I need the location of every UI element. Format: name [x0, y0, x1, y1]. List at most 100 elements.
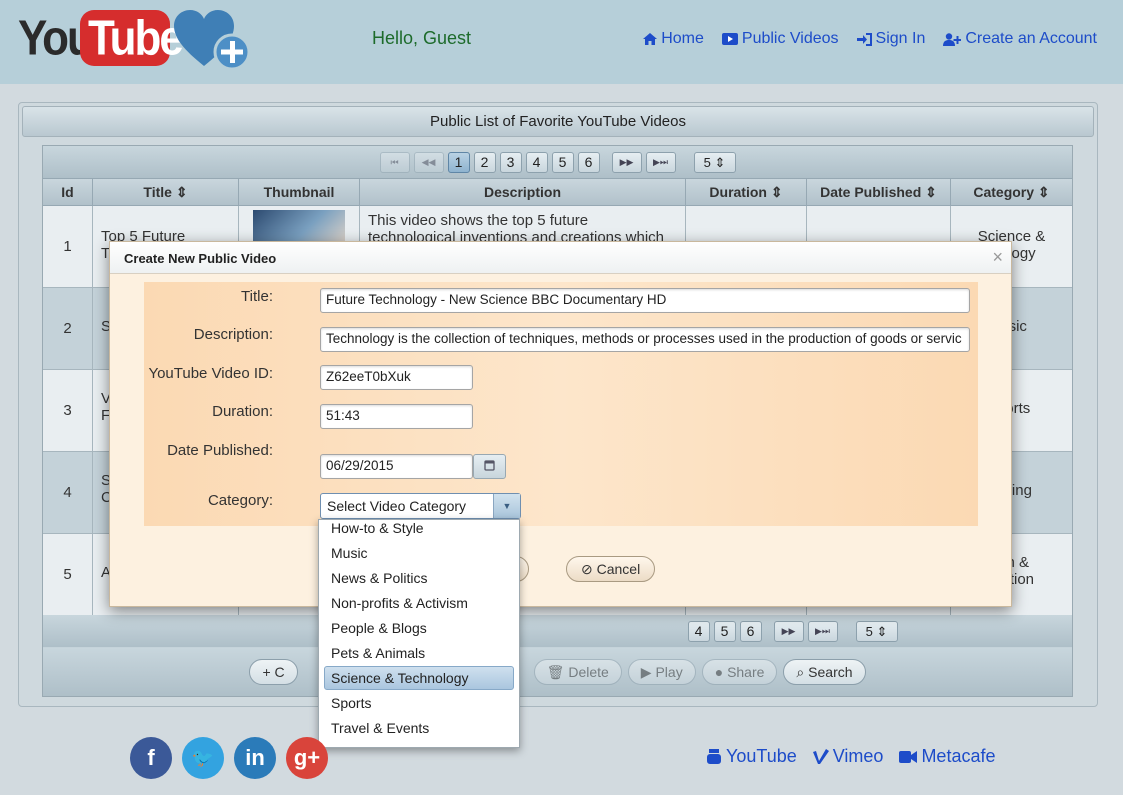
- sort-icon: ⇕: [925, 184, 937, 200]
- prev-page-button[interactable]: ◀◀: [413, 151, 444, 173]
- column-duration[interactable]: Duration ⇕: [686, 179, 807, 205]
- search-button[interactable]: ⌕ Search: [783, 659, 866, 685]
- rows-per-page-select[interactable]: 5 ⇕: [693, 151, 736, 173]
- date-published-label: Date Published:: [167, 442, 273, 459]
- column-date-published[interactable]: Date Published ⇕: [807, 179, 951, 205]
- page-button-2[interactable]: 2: [473, 151, 496, 173]
- google-plus-icon[interactable]: g+: [286, 737, 328, 779]
- spinner-icon: ⇕: [714, 154, 726, 170]
- delete-button[interactable]: 🗑 Delete: [533, 659, 622, 685]
- nav-sign-in-label: Sign In: [875, 30, 926, 47]
- page-button-5[interactable]: 5: [551, 151, 574, 173]
- cancel-button[interactable]: ⊘ Cancel: [566, 556, 656, 582]
- cell-id: 5: [43, 534, 93, 615]
- category-option-highlighted[interactable]: Science & Technology: [324, 666, 514, 690]
- column-description: Description: [360, 179, 686, 205]
- form-area: Title: Future Technology - New Science B…: [144, 282, 978, 526]
- nav-public-videos-label: Public Videos: [741, 30, 839, 47]
- create-button[interactable]: + C: [249, 659, 298, 685]
- category-select-value: Select Video Category: [327, 498, 467, 514]
- last-page-button[interactable]: ▶⏭: [807, 620, 838, 642]
- close-icon[interactable]: ×: [992, 248, 1003, 266]
- category-option[interactable]: News & Politics: [324, 566, 514, 590]
- play-label: Play: [655, 664, 683, 680]
- category-option[interactable]: Music: [324, 541, 514, 565]
- play-icon: ▶: [640, 664, 652, 680]
- column-title-label: Title: [143, 184, 172, 200]
- chevron-down-icon: ▼: [493, 494, 520, 518]
- share-icon: ●: [714, 664, 724, 680]
- category-option[interactable]: How-to & Style: [324, 516, 514, 540]
- dialog-title: Create New Public Video: [124, 251, 277, 266]
- search-icon: ⌕: [796, 664, 805, 680]
- twitter-icon[interactable]: 🐦: [182, 737, 224, 779]
- trash-icon: 🗑: [546, 664, 565, 680]
- header: You Tube Hello, Guest Home Public Videos…: [0, 0, 1123, 84]
- page-button-3[interactable]: 3: [499, 151, 522, 173]
- video-icon: [721, 33, 738, 45]
- cell-id: 3: [43, 370, 93, 451]
- nav-public-videos-link[interactable]: Public Videos: [721, 30, 839, 48]
- linkedin-icon[interactable]: in: [234, 737, 276, 779]
- page-button-5[interactable]: 5: [713, 620, 736, 642]
- description-input[interactable]: Technology is the collection of techniqu…: [320, 327, 970, 352]
- page-button-1[interactable]: 1: [447, 151, 470, 173]
- title-input[interactable]: Future Technology - New Science BBC Docu…: [320, 288, 970, 313]
- footer-metacafe-label: Metacafe: [921, 746, 996, 766]
- next-page-button[interactable]: ▶▶: [611, 151, 642, 173]
- category-option[interactable]: Sports: [324, 691, 514, 715]
- footer-metacafe-link[interactable]: Metacafe: [899, 746, 995, 767]
- play-button[interactable]: ▶ Play: [627, 659, 696, 685]
- page-button-6[interactable]: 6: [739, 620, 762, 642]
- column-duration-label: Duration: [709, 184, 767, 200]
- next-page-button[interactable]: ▶▶: [773, 620, 804, 642]
- page-button-4[interactable]: 4: [525, 151, 548, 173]
- nav-sign-in-link[interactable]: Sign In: [856, 30, 926, 48]
- calendar-button[interactable]: [473, 454, 506, 479]
- youtube-icon: [707, 748, 721, 764]
- page-button-6[interactable]: 6: [577, 151, 600, 173]
- pager-top: ⏮ ◀◀ 1 2 3 4 5 6 ▶▶ ▶⏭ 5 ⇕: [43, 146, 1072, 178]
- share-label: Share: [727, 664, 765, 680]
- category-option[interactable]: Travel & Events: [324, 716, 514, 740]
- dialog-header: Create New Public Video ×: [110, 242, 1011, 274]
- title-label: Title:: [241, 288, 273, 305]
- duration-label: Duration:: [212, 403, 273, 420]
- facebook-icon[interactable]: f: [130, 737, 172, 779]
- greeting-text: Hello, Guest: [372, 28, 472, 48]
- rows-per-page-value: 5: [703, 154, 711, 170]
- column-title[interactable]: Title ⇕: [93, 179, 239, 205]
- duration-input[interactable]: 51:43: [320, 404, 473, 429]
- cell-id: 4: [43, 452, 93, 533]
- search-label: Search: [808, 664, 853, 680]
- rows-per-page-value: 5: [865, 623, 873, 639]
- nav-create-account-link[interactable]: Create an Account: [943, 30, 1097, 48]
- footer-vimeo-link[interactable]: Vimeo: [812, 746, 884, 767]
- site-logo[interactable]: You Tube: [14, 6, 251, 71]
- footer-youtube-link[interactable]: YouTube: [706, 746, 797, 767]
- date-published-input[interactable]: 06/29/2015: [320, 454, 473, 479]
- first-page-button[interactable]: ⏮: [379, 151, 410, 173]
- category-option[interactable]: People & Blogs: [324, 616, 514, 640]
- last-page-button[interactable]: ▶⏭: [645, 151, 676, 173]
- pager-bottom: 4 5 6 ▶▶ ▶⏭ 5 ⇕: [43, 615, 1072, 647]
- home-icon: [643, 33, 658, 45]
- column-date-label: Date Published: [820, 184, 922, 200]
- cell-id: 1: [43, 206, 93, 287]
- nav-home-link[interactable]: Home: [643, 30, 704, 48]
- cancel-icon: ⊘: [581, 561, 593, 577]
- video-id-input[interactable]: Z62eeT0bXuk: [320, 365, 473, 390]
- sort-icon: ⇕: [770, 184, 783, 200]
- page-button-4[interactable]: 4: [687, 620, 710, 642]
- footer-vimeo-label: Vimeo: [832, 746, 884, 766]
- rows-per-page-select[interactable]: 5 ⇕: [855, 620, 898, 642]
- sign-in-icon: [856, 32, 872, 46]
- column-category[interactable]: Category ⇕: [951, 179, 1072, 205]
- user-plus-icon: [943, 32, 962, 46]
- category-option[interactable]: Non-profits & Activism: [324, 591, 514, 615]
- footer-links: YouTube Vimeo Metacafe: [706, 746, 995, 767]
- share-button[interactable]: ● Share: [701, 659, 778, 685]
- category-option[interactable]: Pets & Animals: [324, 641, 514, 665]
- create-video-dialog: Create New Public Video × Title: Future …: [109, 241, 1012, 607]
- panel-title: Public List of Favorite YouTube Videos: [22, 106, 1094, 137]
